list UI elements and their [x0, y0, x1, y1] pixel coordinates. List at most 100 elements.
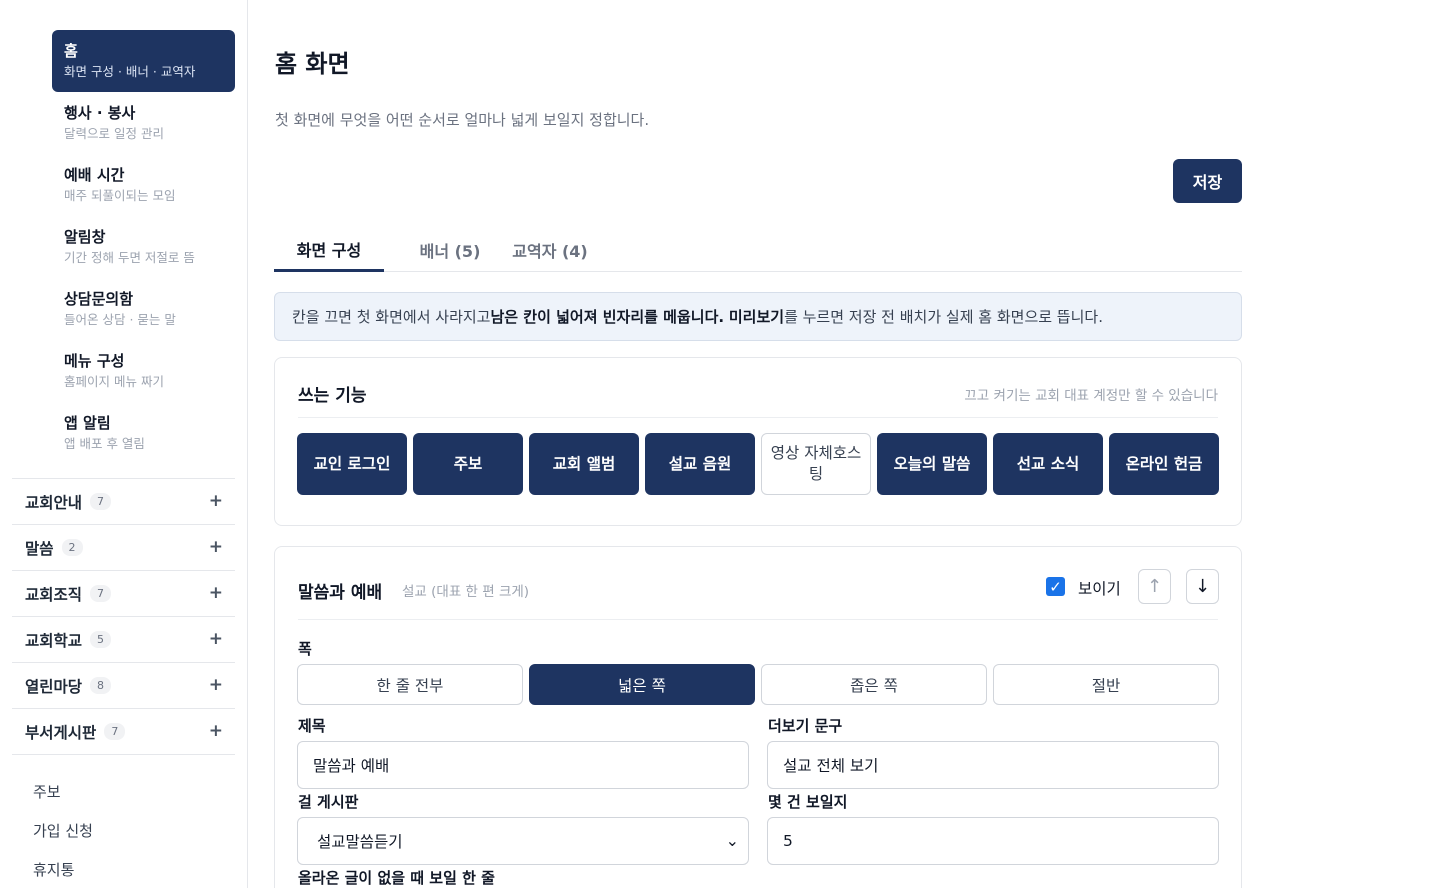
width-option-narrow[interactable]: 좁은 쪽: [761, 664, 987, 705]
notice-text: 칸을 끄면 첫 화면에서 사라지고: [292, 308, 491, 326]
page-description: 첫 화면에 무엇을 어떤 순서로 얼마나 넓게 보일지 정합니다.: [275, 111, 650, 129]
plus-icon[interactable]: +: [209, 629, 223, 649]
notice-text: 를 누르면 저장 전 배치가 실제 홈 화면으로 뜹니다.: [784, 308, 1103, 326]
width-label: 폭: [298, 640, 312, 658]
nav-item-title: 행사 · 봉사: [64, 104, 136, 122]
page-title: 홈 화면: [275, 50, 350, 78]
nav-item-app-notifications[interactable]: 앱 알림 앱 배포 후 열림: [52, 402, 235, 464]
feature-toggle-member-login[interactable]: 교인 로그인: [297, 433, 407, 495]
sidebar-section-organization[interactable]: 교회조직 7 +: [12, 570, 235, 616]
title-field-label: 제목: [298, 717, 326, 735]
section-label: 부서게시판: [25, 723, 97, 742]
more-text-input[interactable]: [767, 741, 1219, 789]
feature-toggle-sermon-audio[interactable]: 설교 음원: [645, 433, 755, 495]
nav-item-title: 앱 알림: [64, 414, 111, 432]
section-count-badge: 2: [61, 539, 83, 556]
nav-item-subtitle: 앱 배포 후 열림: [64, 436, 145, 451]
tab-bar: 화면 구성 배너 (5) 교역자 (4): [274, 228, 1242, 272]
feature-toggle-bulletin[interactable]: 주보: [413, 433, 523, 495]
section-count-badge: 7: [90, 585, 112, 602]
nav-item-events[interactable]: 행사 · 봉사 달력으로 일정 관리: [52, 92, 235, 154]
section-label: 교회안내: [25, 493, 83, 512]
empty-message-label: 올라온 글이 없을 때 보일 한 줄: [298, 869, 495, 887]
nav-item-title: 홈: [64, 42, 78, 60]
info-notice: 칸을 끄면 첫 화면에서 사라지고 남은 칸이 넓어져 빈자리를 메웁니다. 미…: [274, 292, 1242, 341]
visible-label: 보이기: [1078, 580, 1121, 598]
width-option-half[interactable]: 절반: [993, 664, 1219, 705]
feature-toggle-album[interactable]: 교회 앨범: [529, 433, 639, 495]
sidebar-link-trash[interactable]: 휴지통: [33, 859, 74, 880]
section-label: 교회조직: [25, 585, 83, 604]
more-text-label: 더보기 문구: [768, 717, 843, 735]
nav-item-home[interactable]: 홈 화면 구성 · 배너 · 교역자: [52, 30, 235, 92]
nav-item-subtitle: 홈페이지 메뉴 짜기: [64, 374, 164, 389]
feature-toggle-video-hosting[interactable]: 영상 자체호스팅: [761, 433, 871, 495]
arrow-up-icon: ↑: [1146, 576, 1163, 597]
section-title: 말씀과 예배: [298, 583, 383, 603]
sidebar-section-open-forum[interactable]: 열린마당 8 +: [12, 662, 235, 708]
plus-icon[interactable]: +: [209, 675, 223, 695]
sidebar-section-sermons[interactable]: 말씀 2 +: [12, 524, 235, 570]
count-input[interactable]: [767, 817, 1219, 865]
notice-bold-text: 남은 칸이 넓어져 빈자리를 메웁니다.: [490, 308, 725, 326]
visible-checkbox[interactable]: ✓: [1046, 577, 1065, 596]
nav-item-title: 예배 시간: [64, 166, 125, 184]
nav-item-title: 메뉴 구성: [64, 352, 125, 370]
chevron-down-icon: ⌄: [725, 831, 739, 850]
section-count-badge: 7: [104, 723, 126, 740]
feature-toggle-daily-word[interactable]: 오늘의 말씀: [877, 433, 987, 495]
sidebar-divider: [12, 754, 235, 755]
move-down-button[interactable]: ↓: [1186, 569, 1219, 604]
sidebar-link-signup-requests[interactable]: 가입 신청: [33, 820, 93, 841]
features-title: 쓰는 기능: [298, 386, 367, 406]
notice-bold-preview: 미리보기: [728, 308, 785, 326]
section-count-badge: 7: [90, 493, 112, 510]
sidebar: 홈 화면 구성 · 배너 · 교역자 행사 · 봉사 달력으로 일정 관리 예배…: [0, 0, 248, 888]
board-label: 걸 게시판: [298, 793, 359, 811]
sidebar-link-bulletin[interactable]: 주보: [33, 781, 61, 802]
nav-item-title: 상담문의함: [64, 290, 134, 308]
divider: [298, 417, 1218, 418]
move-up-button[interactable]: ↑: [1138, 569, 1171, 604]
nav-item-inquiries[interactable]: 상담문의함 들어온 상담 · 묻는 말: [52, 278, 235, 340]
count-label: 몇 건 보일지: [768, 793, 848, 811]
tab-layout[interactable]: 화면 구성: [274, 228, 384, 272]
feature-toggle-online-offering[interactable]: 온라인 헌금: [1109, 433, 1219, 495]
width-option-wide[interactable]: 넓은 쪽: [529, 664, 755, 705]
tab-banners[interactable]: 배너 (5): [396, 228, 504, 271]
nav-item-subtitle: 매주 되풀이되는 모임: [64, 188, 176, 203]
arrow-down-icon: ↓: [1194, 576, 1211, 597]
section-count-badge: 8: [90, 677, 112, 694]
features-card: 쓰는 기능 끄고 켜기는 교회 대표 계정만 할 수 있습니다 교인 로그인 주…: [274, 357, 1242, 526]
section-count-badge: 5: [90, 631, 112, 648]
tab-ministers[interactable]: 교역자 (4): [500, 228, 600, 271]
plus-icon[interactable]: +: [209, 721, 223, 741]
nav-item-popups[interactable]: 알림창 기간 정해 두면 저절로 뜸: [52, 216, 235, 278]
plus-icon[interactable]: +: [209, 583, 223, 603]
width-option-full[interactable]: 한 줄 전부: [297, 664, 523, 705]
section-label: 교회학교: [25, 631, 83, 650]
save-button[interactable]: 저장: [1173, 159, 1242, 203]
board-select[interactable]: 설교말씀듣기 ⌄: [297, 817, 749, 865]
board-select-value: 설교말씀듣기: [317, 833, 403, 851]
title-input[interactable]: [297, 741, 749, 789]
features-hint: 끄고 켜기는 교회 대표 계정만 할 수 있습니다: [964, 388, 1218, 404]
nav-item-menu-config[interactable]: 메뉴 구성 홈페이지 메뉴 짜기: [52, 340, 235, 402]
section-subtitle: 설교 (대표 한 편 크게): [402, 584, 530, 600]
plus-icon[interactable]: +: [209, 537, 223, 557]
nav-item-subtitle: 달력으로 일정 관리: [64, 126, 164, 141]
section-label: 말씀: [25, 539, 54, 558]
sidebar-section-church-school[interactable]: 교회학교 5 +: [12, 616, 235, 662]
nav-item-subtitle: 기간 정해 두면 저절로 뜸: [64, 250, 195, 265]
nav-item-subtitle: 화면 구성 · 배너 · 교역자: [64, 64, 196, 79]
nav-item-subtitle: 들어온 상담 · 묻는 말: [64, 312, 176, 327]
nav-item-title: 알림창: [64, 228, 106, 246]
divider: [298, 619, 1218, 620]
feature-toggle-mission-news[interactable]: 선교 소식: [993, 433, 1103, 495]
sidebar-section-department-boards[interactable]: 부서게시판 7 +: [12, 708, 235, 754]
section-label: 열린마당: [25, 677, 83, 696]
section-card-sermon: 말씀과 예배 설교 (대표 한 편 크게) ✓ 보이기 ↑ ↓ 폭 한 줄 전부…: [274, 546, 1242, 888]
sidebar-section-church-info[interactable]: 교회안내 7 +: [12, 478, 235, 524]
plus-icon[interactable]: +: [209, 491, 223, 511]
nav-item-worship-times[interactable]: 예배 시간 매주 되풀이되는 모임: [52, 154, 235, 216]
